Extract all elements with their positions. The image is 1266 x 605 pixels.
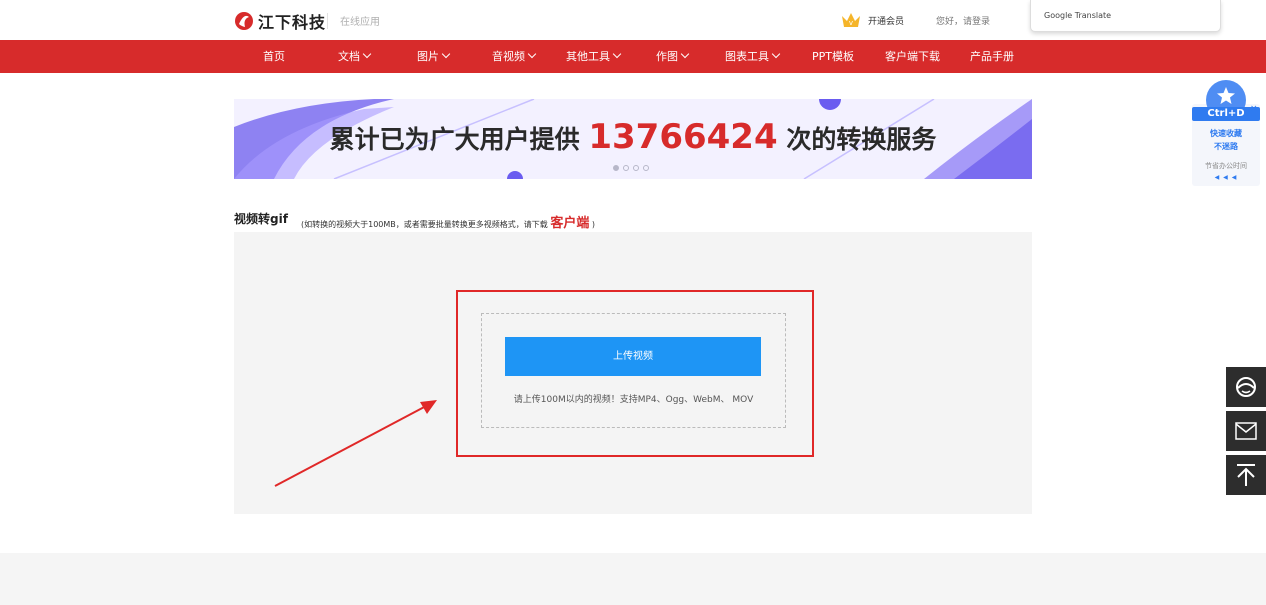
upload-video-button[interactable]: 上传视频 <box>505 337 761 376</box>
back-to-top-icon <box>1237 464 1255 486</box>
headset-icon <box>1236 377 1256 397</box>
bookmark-line2: 不迷路 <box>1214 142 1238 151</box>
carousel-dot[interactable] <box>623 165 629 171</box>
page-title: 视频转gif <box>234 212 288 226</box>
nav-item-images[interactable]: 图片 <box>417 40 451 73</box>
carousel-dots <box>613 165 649 171</box>
crown-icon: v <box>842 13 860 27</box>
translate-label: Google Translate <box>1044 11 1112 20</box>
client-download-link[interactable]: 客户端 <box>550 216 589 231</box>
vip-button[interactable]: v 开通会员 <box>840 11 904 29</box>
page: 江下科技 在线应用 v 开通会员 您好，请登录 Google Translate… <box>0 0 1266 605</box>
footer-band <box>0 553 1266 605</box>
chevron-down-icon <box>362 49 372 59</box>
mail-icon <box>1235 422 1257 440</box>
upload-hint: 请上传100M以内的视频！支持MP4、Ogg、WebM、 MOV <box>513 395 754 405</box>
svg-text:v: v <box>849 19 853 27</box>
bookmark-arrows: ◀ ◀ ◀ <box>1214 174 1238 181</box>
logo-icon <box>235 12 253 30</box>
nav-item-audio-video[interactable]: 音视频 <box>492 40 537 73</box>
nav-item-home[interactable]: 首页 <box>263 40 285 73</box>
carousel-dot[interactable] <box>633 165 639 171</box>
conversion-count: 13766424 <box>588 117 778 157</box>
nav-item-other-tools[interactable]: 其他工具 <box>566 40 622 73</box>
customer-service-button[interactable] <box>1226 367 1266 407</box>
chevron-down-icon <box>441 49 451 59</box>
back-to-top-button[interactable] <box>1226 455 1266 495</box>
close-icon[interactable]: × <box>1250 104 1258 114</box>
feedback-button[interactable] <box>1226 411 1266 451</box>
logo[interactable]: 江下科技 <box>234 9 326 33</box>
bookmark-line3: 节省办公时间 <box>1205 162 1247 170</box>
chevron-down-icon <box>680 49 690 59</box>
logo-subtitle: 在线应用 <box>340 17 380 28</box>
nav-item-client-download[interactable]: 客户端下载 <box>885 40 940 73</box>
nav-item-chart-tools[interactable]: 图表工具 <box>725 40 781 73</box>
carousel-dot[interactable] <box>613 165 619 171</box>
nav-item-product-manual[interactable]: 产品手册 <box>970 40 1014 73</box>
login-link[interactable]: 您好，请登录 <box>936 14 990 27</box>
tool-note: (如转换的视频大于100MB，或者需要批量转换更多视频格式，请下载 客户端 ) <box>301 216 596 231</box>
google-translate-widget[interactable]: Google Translate <box>1030 0 1221 32</box>
nav-item-ppt-templates[interactable]: PPT模板 <box>812 40 854 73</box>
nav-item-drawing[interactable]: 作图 <box>656 40 690 73</box>
chevron-down-icon <box>771 49 781 59</box>
nav-item-documents[interactable]: 文档 <box>338 40 372 73</box>
chevron-down-icon <box>527 49 537 59</box>
chevron-down-icon <box>612 49 622 59</box>
stats-banner[interactable]: 累计已为广大用户提供 13766424 次的转换服务 <box>234 99 1032 179</box>
banner-headline: 累计已为广大用户提供 13766424 次的转换服务 <box>329 117 937 157</box>
logo-text: 江下科技 <box>258 13 327 32</box>
bookmark-line1: 快速收藏 <box>1210 129 1242 138</box>
bookmark-tip[interactable]: Ctrl+D × 快速收藏 不迷路 节省办公时间 ◀ ◀ ◀ <box>1192 80 1260 186</box>
logo-divider <box>327 13 328 29</box>
top-bar: 江下科技 在线应用 v 开通会员 您好，请登录 Google Translate <box>0 0 1266 40</box>
vip-label: 开通会员 <box>868 16 905 27</box>
main-nav: 首页 文档 图片 音视频 其他工具 作图 图表工具 PPT模板 客户端下载 产品… <box>0 40 1266 73</box>
carousel-dot[interactable] <box>643 165 649 171</box>
